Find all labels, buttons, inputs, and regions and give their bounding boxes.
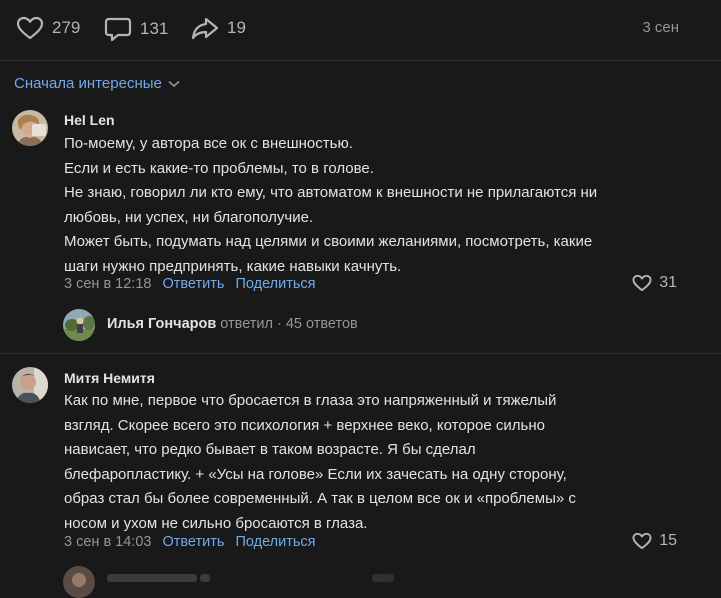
comment-icon	[104, 17, 132, 42]
divider	[0, 353, 721, 354]
avatar[interactable]	[63, 309, 95, 341]
avatar[interactable]	[63, 566, 95, 598]
comment-line: Если и есть какие-то проблемы, то в голо…	[64, 159, 374, 177]
comment-text: Как по мне, первое что бросается в глаза…	[64, 389, 704, 536]
thread-dot: ·	[276, 316, 282, 332]
comment-actions: 3 сен в 14:03 Ответить Поделиться	[64, 534, 316, 550]
reply-button[interactable]: Ответить	[162, 534, 224, 550]
avatar-image	[12, 110, 48, 146]
comment-author[interactable]: Hel Len	[64, 112, 115, 128]
comment-author[interactable]: Митя Немитя	[64, 370, 155, 386]
thread-action: ответил	[220, 316, 273, 332]
thread-action-placeholder	[200, 574, 210, 582]
comment-line: нависает, что редко бывает в таком возра…	[64, 441, 476, 458]
share-icon	[191, 17, 219, 40]
avatar[interactable]	[12, 110, 48, 146]
avatar-image	[12, 367, 48, 403]
comment-like-button[interactable]: 31	[632, 274, 677, 292]
comment-line: любовь, ни успех, ни благополучие.	[64, 208, 314, 226]
post-comment-button[interactable]: 131	[104, 16, 168, 42]
thread-author[interactable]: Илья Гончаров	[107, 316, 216, 332]
reply-button[interactable]: Ответить	[162, 276, 224, 292]
divider	[0, 60, 721, 61]
comment-actions: 3 сен в 12:18 Ответить Поделиться	[64, 276, 316, 292]
post-comment-count: 131	[140, 19, 169, 38]
comment-text: По-моему, у автора все ок с внешностью. …	[64, 132, 704, 279]
share-comment-button[interactable]: Поделиться	[235, 534, 315, 550]
comment-like-count: 31	[659, 274, 677, 291]
comment-line: носом и ухом не сильно бросаются в глаза…	[64, 514, 368, 532]
thread-summary[interactable]: Илья Гончаров ответил · 45 ответов	[107, 316, 358, 332]
avatar-image	[63, 566, 95, 598]
comment-timestamp[interactable]: 3 сен в 14:03	[64, 534, 151, 550]
heart-icon	[16, 16, 44, 40]
post-like-button[interactable]: 279	[16, 16, 80, 40]
avatar-image	[63, 309, 95, 341]
sort-label: Сначала интересные	[14, 75, 162, 92]
heart-icon	[632, 274, 652, 292]
heart-icon	[632, 532, 652, 550]
share-comment-button[interactable]: Поделиться	[235, 276, 315, 292]
comment-line: блефаропластику. + «Усы на голове» Если …	[64, 465, 567, 483]
comment-like-count: 15	[659, 532, 677, 549]
post-date: 3 сен	[642, 19, 679, 36]
comment-timestamp[interactable]: 3 сен в 12:18	[64, 276, 151, 292]
comment-line: По-моему, у автора все ок с внешностью.	[64, 135, 353, 152]
thread-count-placeholder	[372, 574, 394, 582]
sort-dropdown[interactable]: Сначала интересные	[14, 75, 180, 92]
post-share-button[interactable]: 19	[191, 16, 246, 40]
comment-line: взгляд. Скорее всего это психология + ве…	[64, 416, 545, 434]
comment-line: Как по мне, первое что бросается в глаза…	[64, 392, 557, 409]
post-share-count: 19	[227, 18, 246, 37]
post-like-count: 279	[52, 18, 81, 37]
comment-line: Может быть, подумать над целями и своими…	[64, 233, 593, 250]
chevron-down-icon	[168, 80, 180, 87]
comment-like-button[interactable]: 15	[632, 532, 677, 550]
avatar[interactable]	[12, 367, 48, 403]
thread-author-placeholder	[107, 574, 197, 582]
comment-line: образ стал бы более современный. А так в…	[64, 490, 576, 507]
thread-reply-count[interactable]: 45 ответов	[286, 316, 358, 332]
comment-line: Не знаю, говорил ли кто ему, что автомат…	[64, 184, 598, 201]
